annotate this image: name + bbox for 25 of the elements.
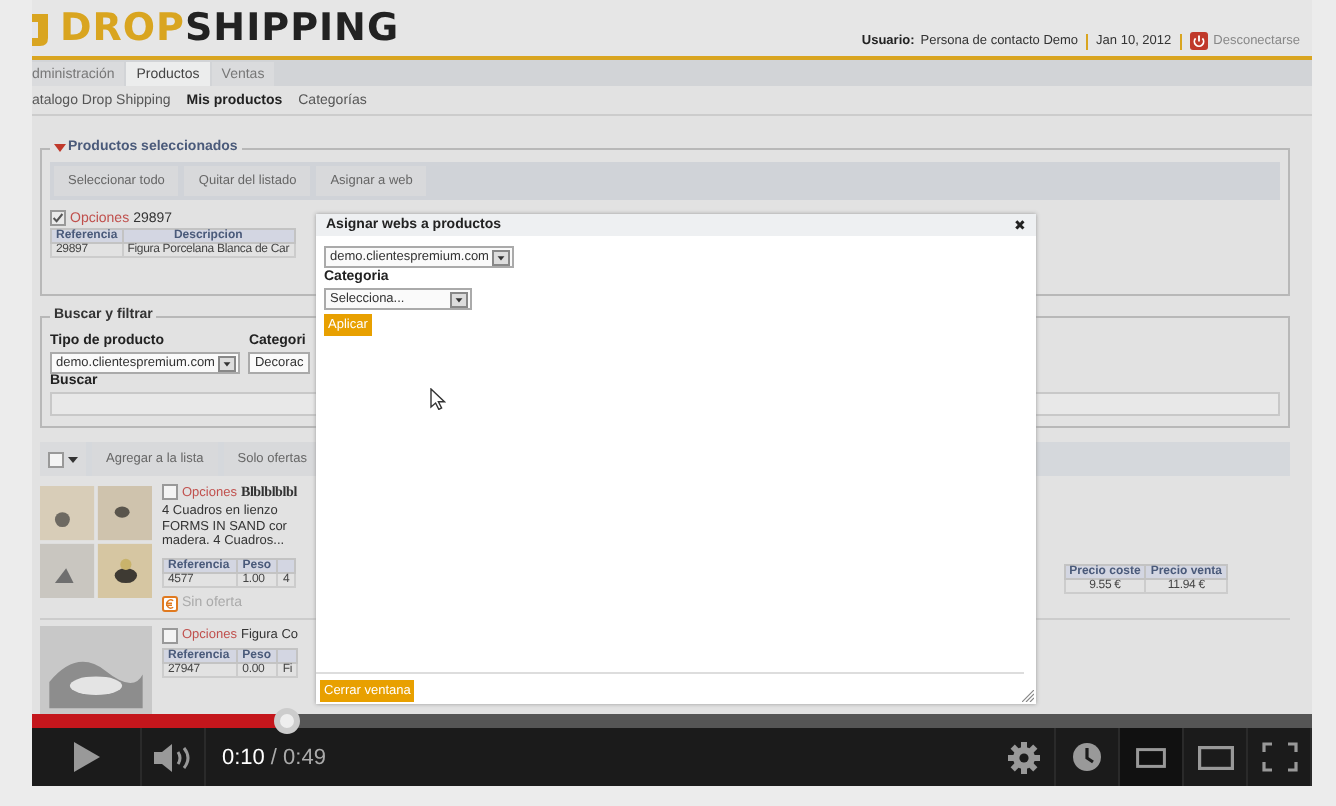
small-screen-icon	[1136, 747, 1166, 767]
wide-screen-icon	[1197, 745, 1233, 769]
caret-icon	[218, 356, 237, 372]
speaker-icon	[153, 743, 193, 771]
logo-text: DROPSHIPPING	[60, 6, 400, 50]
play-icon	[73, 742, 99, 772]
collapse-icon[interactable]	[54, 141, 66, 153]
euro-icon	[162, 595, 178, 611]
clock-icon	[1072, 742, 1102, 772]
checkbox[interactable]	[162, 627, 178, 643]
current-time: 0:10	[222, 745, 265, 769]
power-icon	[1189, 32, 1208, 50]
fullscreen-icon	[1261, 742, 1297, 772]
cursor-icon	[430, 388, 446, 410]
duration-text: / 0:49	[270, 745, 326, 769]
caret-icon	[450, 292, 468, 308]
checkbox[interactable]	[162, 484, 178, 500]
small-player-button[interactable]	[1120, 728, 1184, 786]
seek-handle[interactable]	[274, 708, 300, 734]
caret-icon	[492, 250, 511, 266]
select-all-dropdown[interactable]	[40, 442, 86, 476]
resize-grip-icon[interactable]	[1022, 690, 1034, 702]
checkbox[interactable]	[50, 210, 66, 226]
settings-icon	[1007, 741, 1039, 773]
caret-icon	[68, 455, 78, 463]
